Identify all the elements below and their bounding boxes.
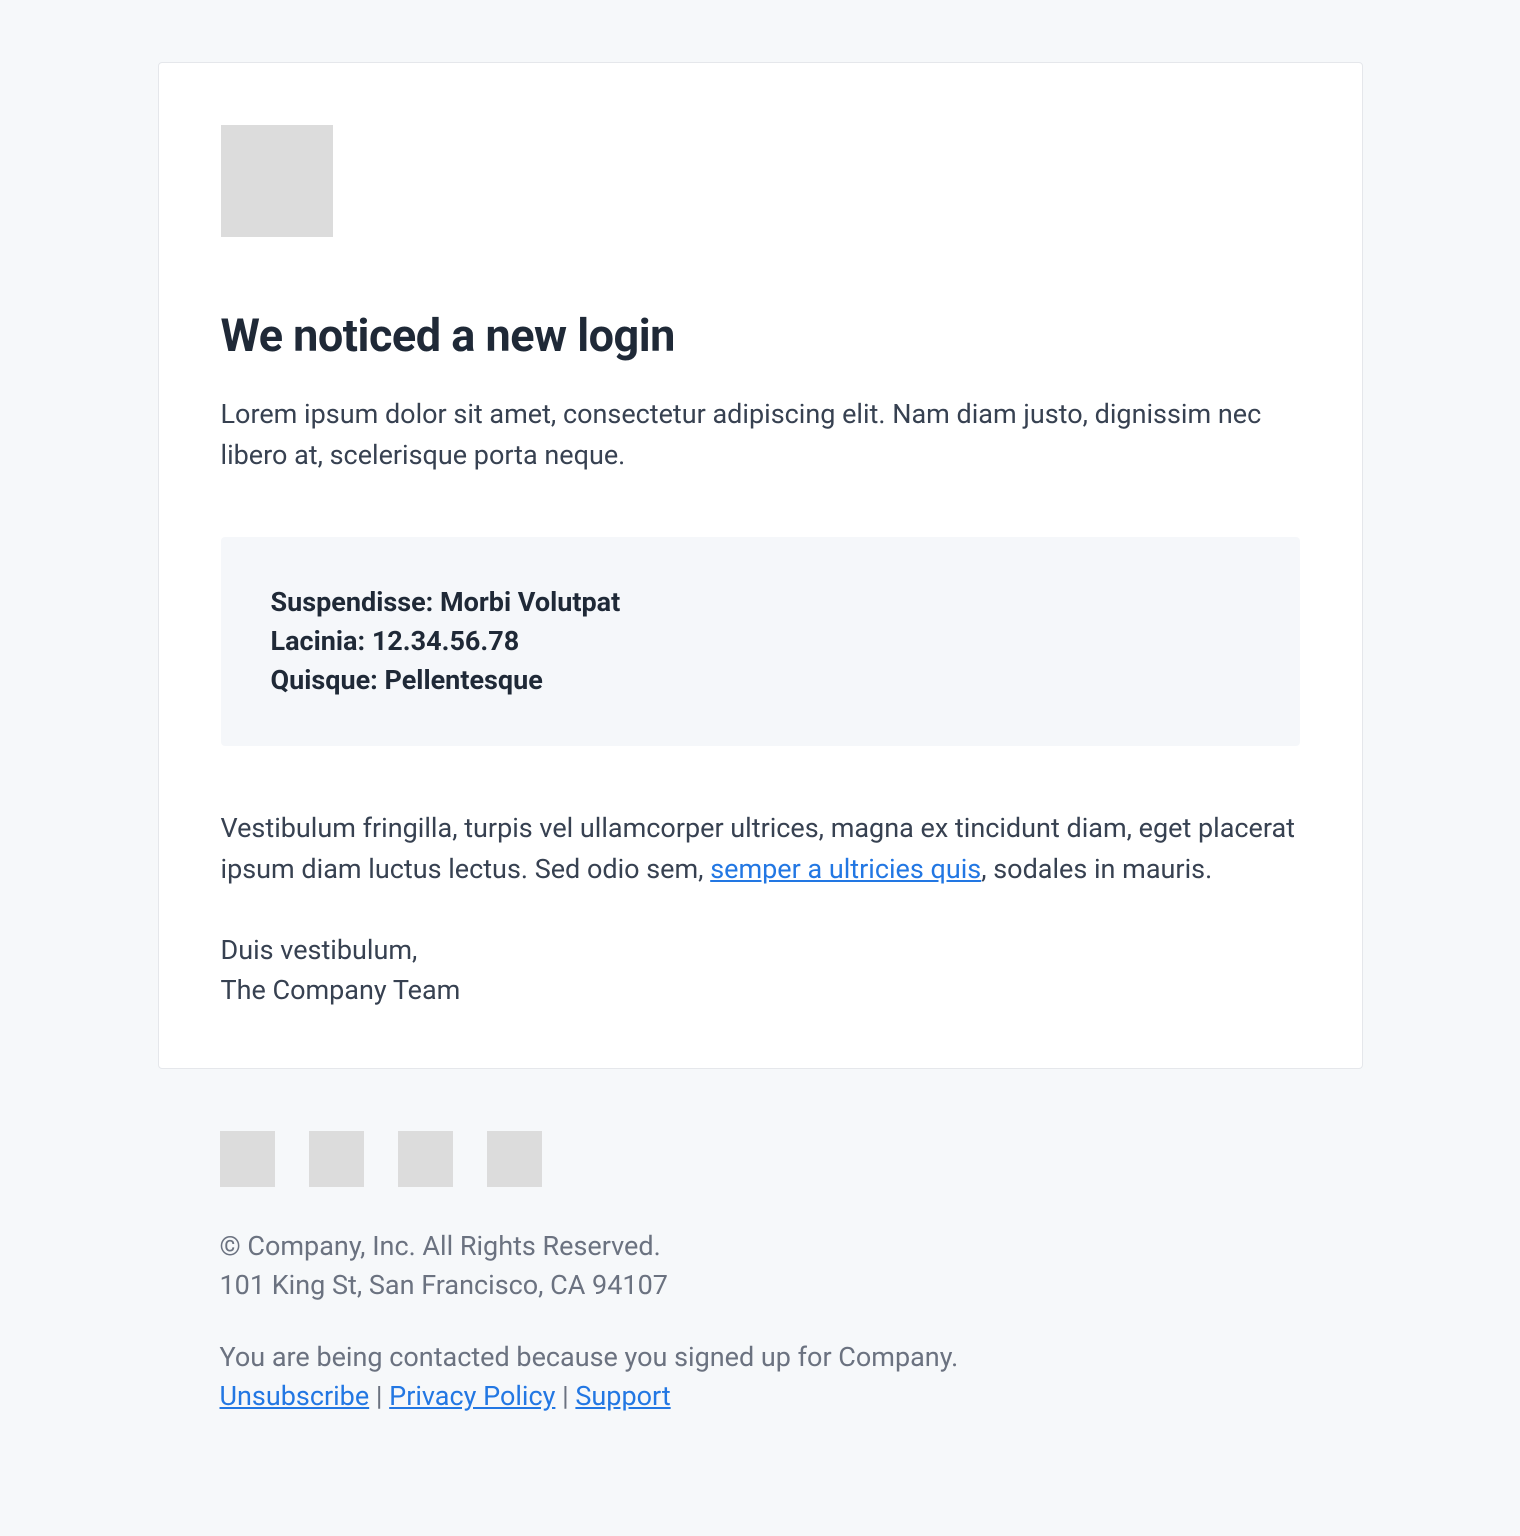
signoff: Duis vestibulum, The Company Team bbox=[221, 931, 1300, 1009]
signoff-line1: Duis vestibulum, bbox=[221, 934, 418, 966]
logo-placeholder bbox=[221, 125, 333, 237]
social-icon-2[interactable] bbox=[309, 1131, 364, 1187]
detail-row-3: Quisque: Pellentesque bbox=[271, 661, 1250, 700]
separator: | bbox=[369, 1380, 389, 1412]
email-intro: Lorem ipsum dolor sit amet, consectetur … bbox=[221, 394, 1300, 475]
detail-row-1: Suspendisse: Morbi Volutpat bbox=[271, 583, 1250, 622]
email-footer: © Company, Inc. All Rights Reserved. 101… bbox=[158, 1131, 1363, 1417]
unsubscribe-link[interactable]: Unsubscribe bbox=[220, 1380, 370, 1412]
social-icon-4[interactable] bbox=[487, 1131, 542, 1187]
signoff-line2: The Company Team bbox=[221, 974, 461, 1006]
footer-links-row: Unsubscribe | Privacy Policy | Support bbox=[220, 1377, 1301, 1416]
separator: | bbox=[555, 1380, 575, 1412]
email-paragraph: Vestibulum fringilla, turpis vel ullamco… bbox=[221, 808, 1300, 889]
social-icon-1[interactable] bbox=[220, 1131, 275, 1187]
social-row bbox=[220, 1131, 1301, 1187]
support-link[interactable]: Support bbox=[575, 1380, 670, 1412]
privacy-policy-link[interactable]: Privacy Policy bbox=[389, 1380, 555, 1412]
social-icon-3[interactable] bbox=[398, 1131, 453, 1187]
login-detail-box: Suspendisse: Morbi Volutpat Lacinia: 12.… bbox=[221, 537, 1300, 746]
footer-address: 101 King St, San Francisco, CA 94107 bbox=[220, 1266, 1301, 1305]
footer-contact-reason: You are being contacted because you sign… bbox=[220, 1338, 1301, 1377]
inline-link[interactable]: semper a ultricies quis bbox=[710, 853, 981, 885]
email-card: We noticed a new login Lorem ipsum dolor… bbox=[158, 62, 1363, 1069]
paragraph-after-link: , sodales in mauris. bbox=[981, 853, 1212, 885]
email-title: We noticed a new login bbox=[221, 309, 1300, 362]
detail-row-2: Lacinia: 12.34.56.78 bbox=[271, 622, 1250, 661]
footer-copyright: © Company, Inc. All Rights Reserved. bbox=[220, 1227, 1301, 1266]
